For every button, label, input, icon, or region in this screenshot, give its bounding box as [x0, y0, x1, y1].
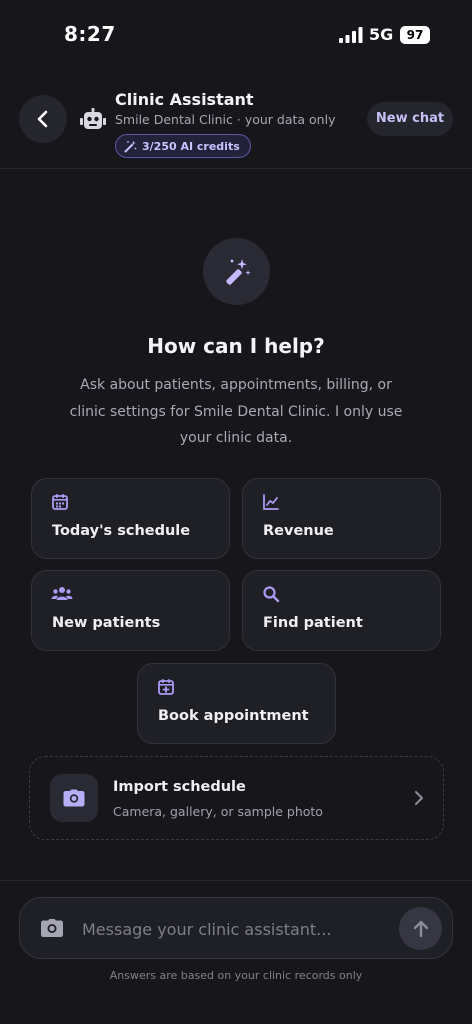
quick-action-label: Revenue: [263, 523, 334, 539]
back-button[interactable]: [19, 95, 67, 143]
quick-action-revenue[interactable]: Revenue: [242, 478, 441, 559]
composer-divider: [0, 880, 472, 881]
quick-action-label: Find patient: [263, 615, 363, 631]
robot-icon: [80, 108, 106, 129]
message-input[interactable]: [82, 912, 392, 946]
header-subtitle: Smile Dental Clinic · your data only: [115, 112, 336, 127]
arrow-up-icon: [413, 920, 428, 937]
import-subtitle: Camera, gallery, or sample photo: [113, 804, 323, 819]
assistant-hero-icon: [203, 238, 270, 305]
quick-action-label: New patients: [52, 615, 161, 631]
camera-icon: [63, 789, 85, 807]
network-type: 5G: [369, 25, 394, 44]
battery-indicator: 97: [400, 26, 430, 44]
hero-title: How can I help?: [147, 334, 325, 358]
quick-action-label: Book appointment: [158, 708, 309, 724]
users-icon: [51, 587, 73, 600]
footnote: Answers are based on your clinic records…: [109, 969, 363, 982]
quick-action-new-patients[interactable]: New patients: [31, 570, 230, 651]
chevron-left-icon: [37, 110, 48, 128]
import-icon-tile: [50, 774, 98, 822]
signal-icon: [339, 27, 363, 43]
send-button[interactable]: [399, 907, 442, 950]
camera-icon[interactable]: [40, 918, 64, 938]
search-icon: [263, 586, 280, 603]
calendar-icon: [52, 494, 68, 510]
magic-wand-icon: [124, 140, 137, 152]
ai-credits-text: 3/250 AI credits: [142, 139, 240, 153]
quick-action-book-appointment[interactable]: Book appointment: [137, 663, 336, 744]
quick-action-todays-schedule[interactable]: Today's schedule: [31, 478, 230, 559]
message-composer: [19, 897, 453, 959]
chat-header: Clinic Assistant Smile Dental Clinic · y…: [0, 88, 472, 168]
magic-wand-icon: [225, 258, 251, 285]
new-chat-button[interactable]: New chat: [367, 102, 453, 136]
quick-action-label: Today's schedule: [52, 523, 191, 539]
status-bar: 8:27 5G 97: [0, 0, 472, 70]
import-schedule-card[interactable]: Import schedule Camera, gallery, or samp…: [29, 756, 444, 840]
chart-line-icon: [263, 494, 279, 510]
header-title: Clinic Assistant: [115, 90, 254, 109]
status-time: 8:27: [64, 22, 116, 46]
import-title: Import schedule: [113, 779, 246, 795]
hero-description: Ask about patients, appointments, billin…: [69, 377, 403, 446]
chevron-right-icon: [415, 791, 423, 805]
quick-action-find-patient[interactable]: Find patient: [242, 570, 441, 651]
ai-credits-badge: 3/250 AI credits: [115, 134, 251, 158]
header-divider: [0, 168, 472, 169]
calendar-plus-icon: [158, 679, 174, 695]
